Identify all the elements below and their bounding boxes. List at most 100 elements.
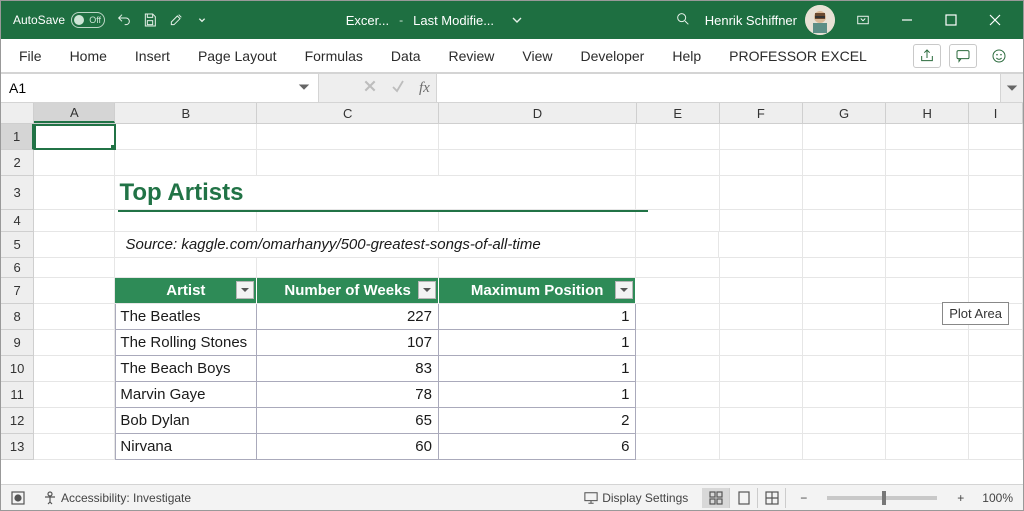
- cell[interactable]: [34, 210, 115, 232]
- cell[interactable]: [439, 258, 636, 278]
- cell[interactable]: [720, 278, 803, 304]
- cell[interactable]: [257, 258, 439, 278]
- tab-review[interactable]: Review: [437, 42, 507, 70]
- cell[interactable]: [803, 434, 886, 460]
- cell[interactable]: [969, 408, 1023, 434]
- table-cell[interactable]: 1: [439, 304, 636, 330]
- record-macro-icon[interactable]: [7, 491, 29, 505]
- table-cell[interactable]: 2: [439, 408, 636, 434]
- zoom-out-button[interactable]: −: [796, 491, 811, 505]
- cell[interactable]: [886, 278, 969, 304]
- cell[interactable]: [636, 258, 719, 278]
- zoom-slider[interactable]: [827, 496, 937, 500]
- cell[interactable]: [886, 176, 969, 210]
- row-header-9[interactable]: 9: [1, 330, 34, 356]
- filter-button-maxpos[interactable]: [615, 281, 633, 299]
- tab-insert[interactable]: Insert: [123, 42, 182, 70]
- tab-developer[interactable]: Developer: [569, 42, 657, 70]
- source-text[interactable]: Source: kaggle.com/omarhanyy/500-greates…: [115, 232, 636, 258]
- tab-formulas[interactable]: Formulas: [293, 42, 375, 70]
- cell[interactable]: [720, 356, 803, 382]
- col-header-C[interactable]: C: [257, 103, 439, 123]
- cell[interactable]: [720, 304, 803, 330]
- display-settings[interactable]: Display Settings: [580, 491, 692, 505]
- cell[interactable]: [886, 330, 969, 356]
- undo-icon[interactable]: [111, 7, 137, 33]
- cell[interactable]: [34, 150, 115, 176]
- cell[interactable]: [720, 382, 803, 408]
- cell[interactable]: [439, 124, 636, 150]
- table-cell[interactable]: 78: [257, 382, 439, 408]
- fx-label[interactable]: fx: [413, 74, 436, 102]
- cell[interactable]: [719, 232, 802, 258]
- table-header-artist[interactable]: Artist: [115, 278, 257, 304]
- col-header-D[interactable]: D: [439, 103, 637, 123]
- enter-formula-icon[interactable]: [391, 79, 405, 98]
- cell[interactable]: [803, 124, 886, 150]
- sheet-title[interactable]: Top Artists: [115, 176, 257, 210]
- cell[interactable]: [439, 150, 636, 176]
- cell[interactable]: [969, 278, 1023, 304]
- table-cell[interactable]: 83: [257, 356, 439, 382]
- cell[interactable]: [636, 150, 719, 176]
- cell[interactable]: [886, 408, 969, 434]
- cell[interactable]: [720, 176, 803, 210]
- cell[interactable]: [636, 330, 719, 356]
- cell[interactable]: [886, 124, 969, 150]
- cell[interactable]: [636, 176, 719, 210]
- tab-data[interactable]: Data: [379, 42, 433, 70]
- tab-help[interactable]: Help: [660, 42, 713, 70]
- name-box[interactable]: A1: [1, 74, 319, 102]
- tab-file[interactable]: File: [7, 42, 54, 70]
- zoom-level[interactable]: 100%: [978, 491, 1017, 505]
- cell[interactable]: [636, 408, 719, 434]
- row-header-2[interactable]: 2: [1, 150, 34, 176]
- cell[interactable]: [969, 356, 1023, 382]
- table-cell[interactable]: 1: [439, 330, 636, 356]
- table-cell[interactable]: 1: [439, 356, 636, 382]
- row-header-6[interactable]: 6: [1, 258, 34, 278]
- cell[interactable]: [115, 150, 257, 176]
- share-icon[interactable]: [913, 44, 941, 68]
- cell[interactable]: [636, 278, 719, 304]
- col-header-E[interactable]: E: [637, 103, 720, 123]
- save-icon[interactable]: [137, 7, 163, 33]
- expand-formula-bar-icon[interactable]: [1001, 74, 1023, 102]
- table-cell[interactable]: Bob Dylan: [115, 408, 257, 434]
- cell[interactable]: [886, 356, 969, 382]
- title-dropdown-icon[interactable]: [504, 7, 530, 33]
- cell[interactable]: [115, 210, 257, 232]
- table-cell[interactable]: 6: [439, 434, 636, 460]
- cell[interactable]: [34, 304, 115, 330]
- cell[interactable]: [636, 356, 719, 382]
- cancel-formula-icon[interactable]: [363, 79, 377, 98]
- cell[interactable]: [34, 356, 115, 382]
- cell[interactable]: [720, 124, 803, 150]
- cell[interactable]: [969, 124, 1023, 150]
- cell[interactable]: [34, 176, 115, 210]
- cell[interactable]: [439, 176, 636, 210]
- table-cell[interactable]: 107: [257, 330, 439, 356]
- cell[interactable]: [803, 356, 886, 382]
- search-icon[interactable]: [661, 11, 705, 30]
- cell[interactable]: [636, 210, 719, 232]
- brush-icon[interactable]: [163, 7, 189, 33]
- cell[interactable]: [257, 176, 439, 210]
- table-cell[interactable]: The Beatles: [115, 304, 257, 330]
- cell[interactable]: [34, 382, 115, 408]
- cell[interactable]: [969, 382, 1023, 408]
- close-button[interactable]: [973, 5, 1017, 35]
- ribbon-display-icon[interactable]: [841, 5, 885, 35]
- cell[interactable]: [636, 304, 719, 330]
- cell[interactable]: [257, 124, 439, 150]
- cell[interactable]: [720, 150, 803, 176]
- col-header-F[interactable]: F: [720, 103, 803, 123]
- autosave-toggle[interactable]: AutoSave Off: [7, 12, 111, 28]
- cell[interactable]: [257, 150, 439, 176]
- cell[interactable]: [969, 150, 1023, 176]
- cell[interactable]: [886, 382, 969, 408]
- formula-input[interactable]: [436, 74, 1001, 102]
- tab-page-layout[interactable]: Page Layout: [186, 42, 289, 70]
- row-header-10[interactable]: 10: [1, 356, 34, 382]
- cell[interactable]: [803, 278, 886, 304]
